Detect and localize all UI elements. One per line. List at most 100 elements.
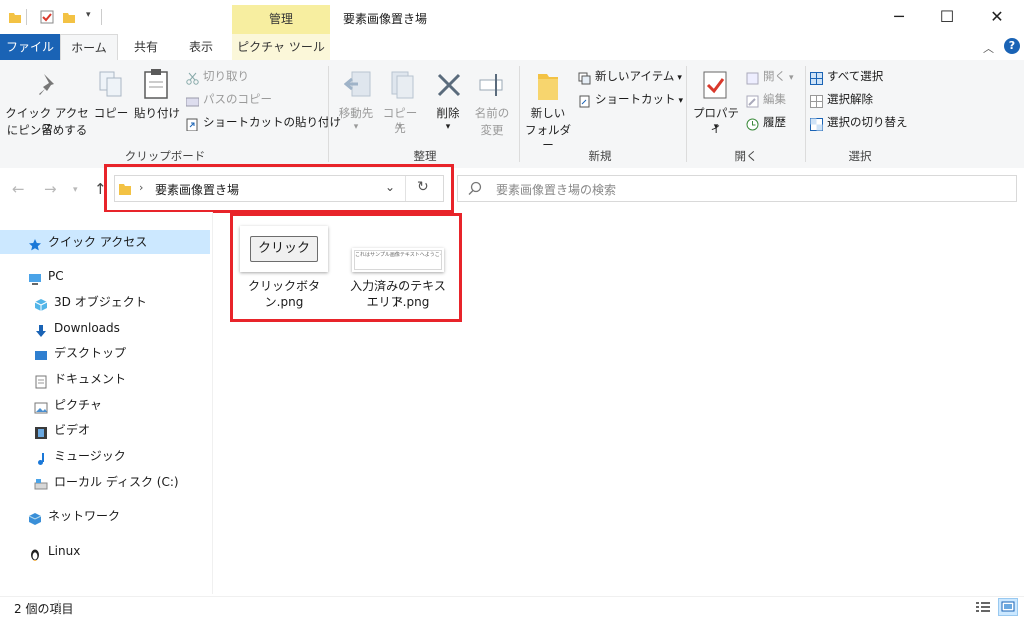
large-icons-view-icon[interactable]	[998, 598, 1018, 616]
folder-icon[interactable]	[8, 10, 22, 24]
open-label: 開く	[763, 69, 786, 83]
music-note-icon	[34, 450, 48, 465]
open-icon	[746, 70, 759, 85]
nav-item-documents[interactable]: ドキュメント	[0, 367, 126, 391]
copy-to-button[interactable]: コピー先 ▾	[378, 66, 422, 138]
nav-item-label: Downloads	[54, 321, 120, 335]
select-all-button[interactable]: すべて選択	[810, 65, 883, 87]
select-none-button[interactable]: 選択解除	[810, 88, 873, 110]
recent-locations-chevron-icon[interactable]: ▾	[73, 185, 78, 195]
maximize-button[interactable]: ☐	[924, 0, 970, 34]
nav-item-label: 3D オブジェクト	[54, 295, 147, 309]
properties-check-icon[interactable]	[40, 10, 54, 24]
customize-qat-chevron-icon[interactable]: ▾	[86, 10, 91, 20]
new-group-label: 新規	[588, 149, 612, 163]
open-button[interactable]: 開く ▾	[746, 65, 794, 87]
tab-picture-tools[interactable]: ピクチャ ツール	[232, 34, 330, 60]
paste-button[interactable]: 貼り付け	[133, 66, 181, 126]
copy-button[interactable]: コピー	[92, 66, 130, 126]
paste-shortcut-button[interactable]: ショートカットの貼り付け	[186, 111, 341, 133]
nav-item-label: ローカル ディスク (C:)	[54, 475, 179, 489]
copy-label: コピー	[93, 106, 129, 120]
edit-button[interactable]: 編集	[746, 88, 786, 110]
status-bar	[0, 596, 1024, 623]
new-item-label: 新しいアイテム	[595, 69, 675, 83]
nav-item-local-disk[interactable]: ローカル ディスク (C:)	[0, 470, 179, 494]
select-all-icon	[810, 70, 823, 85]
group-separator	[686, 66, 687, 162]
nav-item-downloads[interactable]: Downloads	[0, 316, 120, 340]
edit-pencil-icon	[746, 93, 759, 108]
easy-access-label: ショートカット	[595, 92, 676, 106]
select-all-label: すべて選択	[827, 69, 884, 83]
rename-icon	[478, 72, 506, 101]
tab-file[interactable]: ファイル	[0, 34, 60, 60]
history-button[interactable]: 履歴	[746, 111, 786, 133]
tab-home[interactable]: ホーム	[60, 34, 118, 60]
new-item-button[interactable]: 新しいアイテム ▾	[578, 65, 682, 87]
divider	[101, 9, 102, 25]
search-placeholder: 要素画像置き場の検索	[496, 183, 617, 197]
delete-x-icon	[436, 72, 462, 101]
tab-share[interactable]: 共有	[122, 34, 170, 60]
search-box[interactable]: 要素画像置き場の検索	[457, 175, 1017, 202]
history-icon	[746, 116, 759, 131]
properties-chevron-icon: ▾	[713, 122, 719, 132]
divider	[26, 9, 27, 25]
cut-button[interactable]: 切り取り	[186, 65, 249, 87]
highlight-frame-files	[230, 213, 462, 322]
forward-arrow-icon[interactable]: →	[44, 180, 57, 198]
minimize-button[interactable]: ─	[876, 0, 922, 34]
nav-item-quick-access[interactable]: クイック アクセス	[0, 230, 210, 254]
pin-quick-access-button[interactable]: クイック アクセス にピン留めする	[4, 66, 89, 144]
open-chevron-icon: ▾	[789, 73, 794, 83]
new-item-icon	[578, 70, 591, 85]
star-icon	[28, 236, 42, 250]
nav-item-music[interactable]: ミュージック	[0, 444, 126, 468]
invert-selection-icon	[810, 116, 823, 131]
group-separator	[519, 66, 520, 162]
move-to-button[interactable]: 移動先 ▾	[334, 66, 378, 138]
tab-view[interactable]: 表示	[176, 34, 226, 60]
nav-item-label: クイック アクセス	[48, 235, 148, 249]
invert-selection-label: 選択の切り替え	[827, 115, 908, 129]
details-view-icon[interactable]	[974, 599, 992, 615]
move-to-chevron-icon: ▾	[353, 122, 359, 132]
new-folder-label-2: フォルダー	[525, 123, 571, 152]
nav-item-label: ピクチャ	[54, 398, 102, 412]
rename-label-2: 変更	[480, 123, 504, 137]
manage-contextual-tab[interactable]: 管理	[232, 5, 330, 34]
rename-button[interactable]: 名前の 変更	[470, 66, 514, 138]
nav-item-linux[interactable]: Linux	[0, 539, 80, 563]
nav-item-label: Linux	[48, 544, 81, 558]
new-folder-icon[interactable]	[62, 10, 76, 24]
nav-item-3d-objects[interactable]: 3D オブジェクト	[0, 290, 147, 314]
invert-selection-button[interactable]: 選択の切り替え	[810, 111, 908, 133]
easy-access-chevron-icon: ▾	[678, 96, 684, 106]
nav-item-pc[interactable]: PC	[0, 264, 64, 288]
delete-button[interactable]: 削除 ▾	[428, 66, 468, 138]
collapse-ribbon-chevron-icon[interactable]: ︿	[983, 40, 994, 56]
back-arrow-icon[interactable]: ←	[12, 180, 25, 198]
cut-label: 切り取り	[203, 69, 249, 83]
nav-item-desktop[interactable]: デスクトップ	[0, 341, 126, 365]
history-label: 履歴	[763, 115, 786, 129]
new-folder-button[interactable]: 新しい フォルダー	[522, 66, 574, 152]
nav-item-videos[interactable]: ビデオ	[0, 418, 90, 442]
copy-path-button[interactable]: パスのコピー	[185, 88, 272, 110]
nav-item-label: ビデオ	[54, 423, 91, 437]
new-item-chevron-icon: ▾	[677, 73, 682, 83]
item-count: 2 個の項目	[14, 602, 74, 616]
paste-label: 貼り付け	[134, 106, 180, 120]
nav-item-network[interactable]: ネットワーク	[0, 504, 120, 528]
help-icon[interactable]: ?	[1004, 38, 1020, 54]
nav-item-pictures[interactable]: ピクチャ	[0, 393, 102, 417]
properties-button[interactable]: プロパティ ▾	[690, 66, 742, 140]
close-button[interactable]: ✕	[974, 0, 1020, 34]
group-separator	[805, 66, 806, 162]
search-icon	[468, 181, 482, 198]
download-arrow-icon	[34, 322, 48, 337]
easy-access-button[interactable]: ショートカット ▾	[578, 88, 683, 110]
copy-to-icon	[388, 70, 416, 103]
copy-path-icon	[185, 93, 200, 107]
